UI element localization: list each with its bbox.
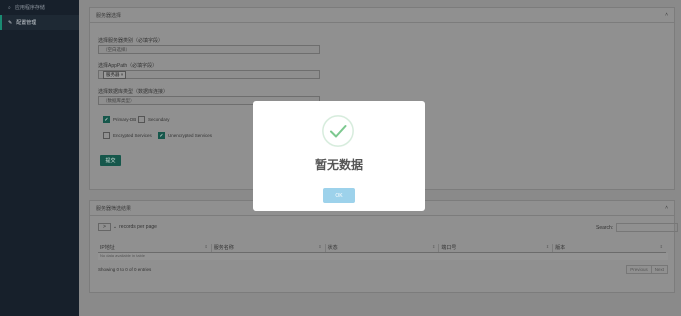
- ok-button[interactable]: OK: [323, 188, 355, 203]
- alert-dialog: 暂无数据 OK: [253, 101, 425, 211]
- modal-overlay: 暂无数据 OK: [0, 0, 681, 316]
- dialog-title: 暂无数据: [314, 158, 363, 172]
- success-check-icon: [322, 115, 354, 147]
